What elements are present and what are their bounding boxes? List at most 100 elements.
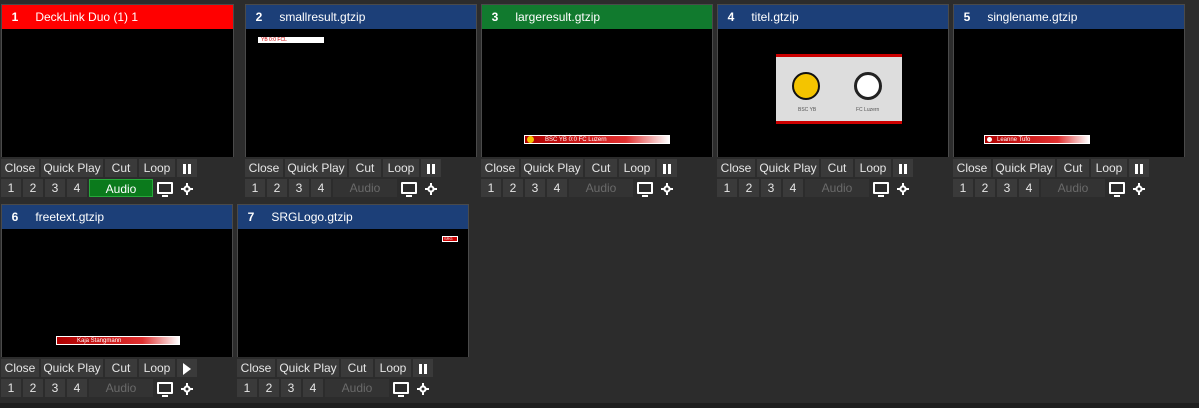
overlay-4-button[interactable]: 4 xyxy=(303,379,323,397)
input-preview[interactable]: BSC YB 0:0 FC Luzern xyxy=(481,29,713,157)
pause-button[interactable] xyxy=(413,359,433,377)
overlay-2-button[interactable]: 2 xyxy=(739,179,759,197)
loop-button[interactable]: Loop xyxy=(139,159,175,177)
overlay-3-button[interactable]: 3 xyxy=(289,179,309,197)
pause-button[interactable] xyxy=(1129,159,1149,177)
loop-button[interactable]: Loop xyxy=(1091,159,1127,177)
overlay-1-button[interactable]: 1 xyxy=(1,379,21,397)
input-7[interactable]: 7 SRGLogo.gtzip SRG Close Quick Play Cut… xyxy=(237,204,469,397)
audio-button[interactable]: Audio xyxy=(333,179,397,197)
quick-play-button[interactable]: Quick Play xyxy=(757,159,819,177)
overlay-2-button[interactable]: 2 xyxy=(23,379,43,397)
overlay-2-button[interactable]: 2 xyxy=(267,179,287,197)
close-button[interactable]: Close xyxy=(481,159,519,177)
close-button[interactable]: Close xyxy=(245,159,283,177)
cut-button[interactable]: Cut xyxy=(585,159,617,177)
overlay-3-button[interactable]: 3 xyxy=(761,179,781,197)
overlay-2-button[interactable]: 2 xyxy=(503,179,523,197)
overlay-3-button[interactable]: 3 xyxy=(45,179,65,197)
overlay-4-button[interactable]: 4 xyxy=(783,179,803,197)
input-header[interactable]: 1 DeckLink Duo (1) 1 xyxy=(1,4,234,29)
input-3[interactable]: 3 largeresult.gtzip BSC YB 0:0 FC Luzern… xyxy=(481,4,713,197)
overlay-3-button[interactable]: 3 xyxy=(997,179,1017,197)
output-monitor-button[interactable] xyxy=(391,379,411,397)
input-header[interactable]: 7 SRGLogo.gtzip xyxy=(237,204,469,229)
cut-button[interactable]: Cut xyxy=(341,359,373,377)
cut-button[interactable]: Cut xyxy=(105,159,137,177)
quick-play-button[interactable]: Quick Play xyxy=(993,159,1055,177)
close-button[interactable]: Close xyxy=(953,159,991,177)
audio-button[interactable]: Audio xyxy=(89,179,153,197)
loop-button[interactable]: Loop xyxy=(855,159,891,177)
play-button[interactable] xyxy=(177,359,197,377)
loop-button[interactable]: Loop xyxy=(383,159,419,177)
cut-button[interactable]: Cut xyxy=(349,159,381,177)
input-preview[interactable]: SRG xyxy=(237,229,469,357)
close-button[interactable]: Close xyxy=(237,359,275,377)
output-monitor-button[interactable] xyxy=(635,179,655,197)
input-4[interactable]: 4 titel.gtzip BSC YB FC Luzern Close Qui… xyxy=(717,4,949,197)
overlay-4-button[interactable]: 4 xyxy=(547,179,567,197)
overlay-1-button[interactable]: 1 xyxy=(481,179,501,197)
input-preview[interactable]: BSC YB FC Luzern xyxy=(717,29,949,157)
close-button[interactable]: Close xyxy=(717,159,755,177)
overlay-2-button[interactable]: 2 xyxy=(259,379,279,397)
loop-button[interactable]: Loop xyxy=(619,159,655,177)
output-monitor-button[interactable] xyxy=(155,379,175,397)
settings-button[interactable] xyxy=(413,379,433,397)
overlay-4-button[interactable]: 4 xyxy=(1019,179,1039,197)
overlay-1-button[interactable]: 1 xyxy=(953,179,973,197)
pause-button[interactable] xyxy=(893,159,913,177)
overlay-4-button[interactable]: 4 xyxy=(67,379,87,397)
overlay-2-button[interactable]: 2 xyxy=(23,179,43,197)
overlay-1-button[interactable]: 1 xyxy=(237,379,257,397)
quick-play-button[interactable]: Quick Play xyxy=(285,159,347,177)
settings-button[interactable] xyxy=(893,179,913,197)
audio-button[interactable]: Audio xyxy=(1041,179,1105,197)
cut-button[interactable]: Cut xyxy=(821,159,853,177)
overlay-4-button[interactable]: 4 xyxy=(67,179,87,197)
settings-button[interactable] xyxy=(421,179,441,197)
output-monitor-button[interactable] xyxy=(1107,179,1127,197)
settings-button[interactable] xyxy=(177,379,197,397)
audio-button[interactable]: Audio xyxy=(805,179,869,197)
quick-play-button[interactable]: Quick Play xyxy=(41,159,103,177)
output-monitor-button[interactable] xyxy=(155,179,175,197)
input-6[interactable]: 6 freetext.gtzip Kaja Stangmann Close Qu… xyxy=(1,204,233,397)
overlay-1-button[interactable]: 1 xyxy=(245,179,265,197)
input-header[interactable]: 5 singlename.gtzip xyxy=(953,4,1185,29)
overlay-3-button[interactable]: 3 xyxy=(281,379,301,397)
settings-button[interactable] xyxy=(657,179,677,197)
input-header[interactable]: 3 largeresult.gtzip xyxy=(481,4,713,29)
close-button[interactable]: Close xyxy=(1,359,39,377)
quick-play-button[interactable]: Quick Play xyxy=(41,359,103,377)
cut-button[interactable]: Cut xyxy=(1057,159,1089,177)
quick-play-button[interactable]: Quick Play xyxy=(277,359,339,377)
overlay-2-button[interactable]: 2 xyxy=(975,179,995,197)
pause-button[interactable] xyxy=(421,159,441,177)
pause-button[interactable] xyxy=(177,159,197,177)
input-preview[interactable]: Leanne Tufo xyxy=(953,29,1185,157)
overlay-3-button[interactable]: 3 xyxy=(45,379,65,397)
settings-button[interactable] xyxy=(177,179,197,197)
loop-button[interactable]: Loop xyxy=(139,359,175,377)
pause-button[interactable] xyxy=(657,159,677,177)
quick-play-button[interactable]: Quick Play xyxy=(521,159,583,177)
output-monitor-button[interactable] xyxy=(871,179,891,197)
audio-button[interactable]: Audio xyxy=(89,379,153,397)
output-monitor-button[interactable] xyxy=(399,179,419,197)
input-preview[interactable] xyxy=(1,29,234,157)
overlay-1-button[interactable]: 1 xyxy=(1,179,21,197)
input-header[interactable]: 6 freetext.gtzip xyxy=(1,204,233,229)
input-header[interactable]: 4 titel.gtzip xyxy=(717,4,949,29)
input-header[interactable]: 2 smallresult.gtzip xyxy=(245,4,477,29)
audio-button[interactable]: Audio xyxy=(325,379,389,397)
overlay-1-button[interactable]: 1 xyxy=(717,179,737,197)
input-5[interactable]: 5 singlename.gtzip Leanne Tufo Close Qui… xyxy=(953,4,1185,197)
input-2[interactable]: 2 smallresult.gtzip YB 0:0 FCL Close Qui… xyxy=(245,4,477,197)
cut-button[interactable]: Cut xyxy=(105,359,137,377)
input-preview[interactable]: YB 0:0 FCL xyxy=(245,29,477,157)
overlay-4-button[interactable]: 4 xyxy=(311,179,331,197)
audio-button[interactable]: Audio xyxy=(569,179,633,197)
input-1[interactable]: 1 DeckLink Duo (1) 1 Close Quick Play Cu… xyxy=(1,4,234,197)
